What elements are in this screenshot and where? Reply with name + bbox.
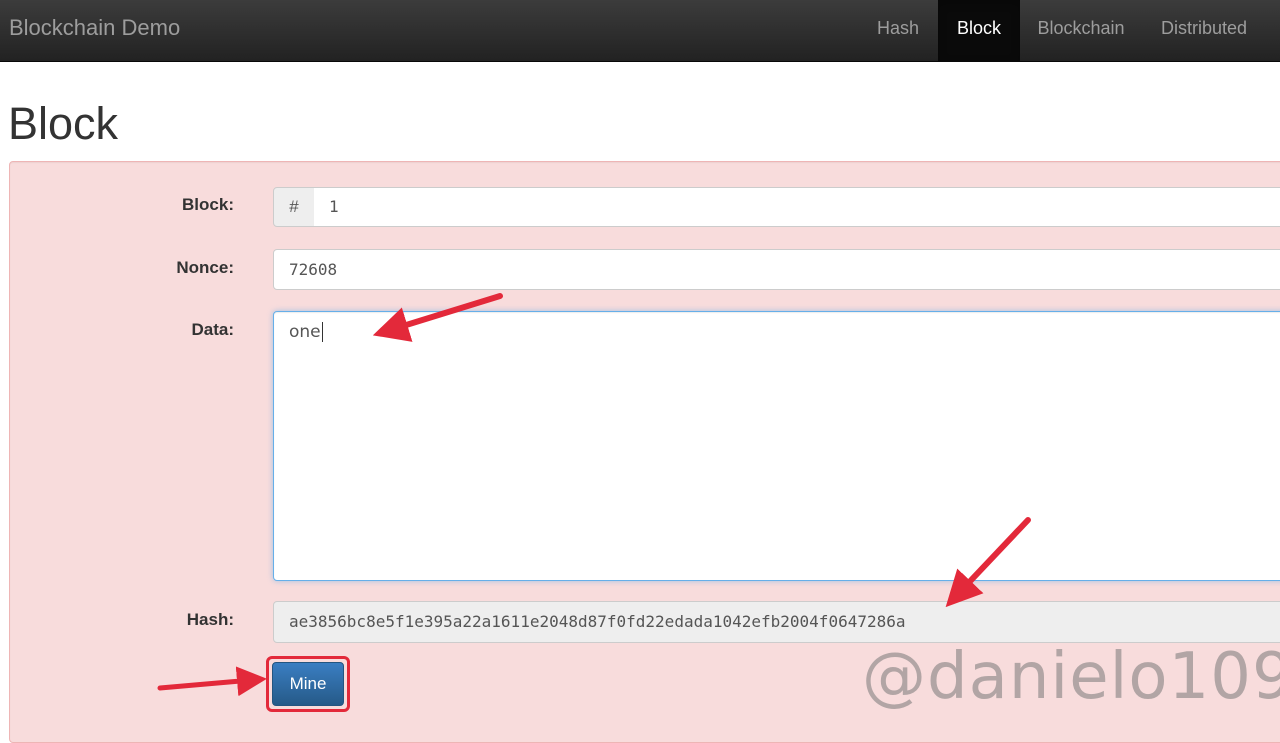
block-number-addon: # [273, 187, 315, 227]
nonce-input[interactable]: 72608 [273, 249, 1280, 290]
nav-item-distributed[interactable]: Distributed [1144, 0, 1264, 61]
hash-label: Hash: [186, 610, 234, 629]
data-textarea[interactable]: one [273, 311, 1280, 581]
navbar-brand[interactable]: Blockchain Demo [9, 15, 180, 41]
block-number-input[interactable]: 1 [314, 187, 1280, 227]
text-cursor [321, 322, 323, 342]
nav-item-blockchain[interactable]: Blockchain [1022, 0, 1140, 61]
hash-output: ae3856bc8e5f1e395a22a1611e2048d87f0fd22e… [273, 601, 1280, 643]
block-label: Block: [182, 195, 234, 214]
watermark: @danielo109 [862, 640, 1280, 714]
nonce-label: Nonce: [176, 258, 234, 277]
nav-item-block[interactable]: Block [938, 0, 1020, 61]
nav-item-hash[interactable]: Hash [860, 0, 936, 61]
mine-button[interactable]: Mine [272, 662, 344, 706]
page-title: Block [8, 98, 119, 149]
top-navbar: Blockchain Demo Hash Block Blockchain Di… [0, 0, 1280, 62]
data-text: one [289, 322, 321, 342]
data-label: Data: [191, 320, 234, 339]
